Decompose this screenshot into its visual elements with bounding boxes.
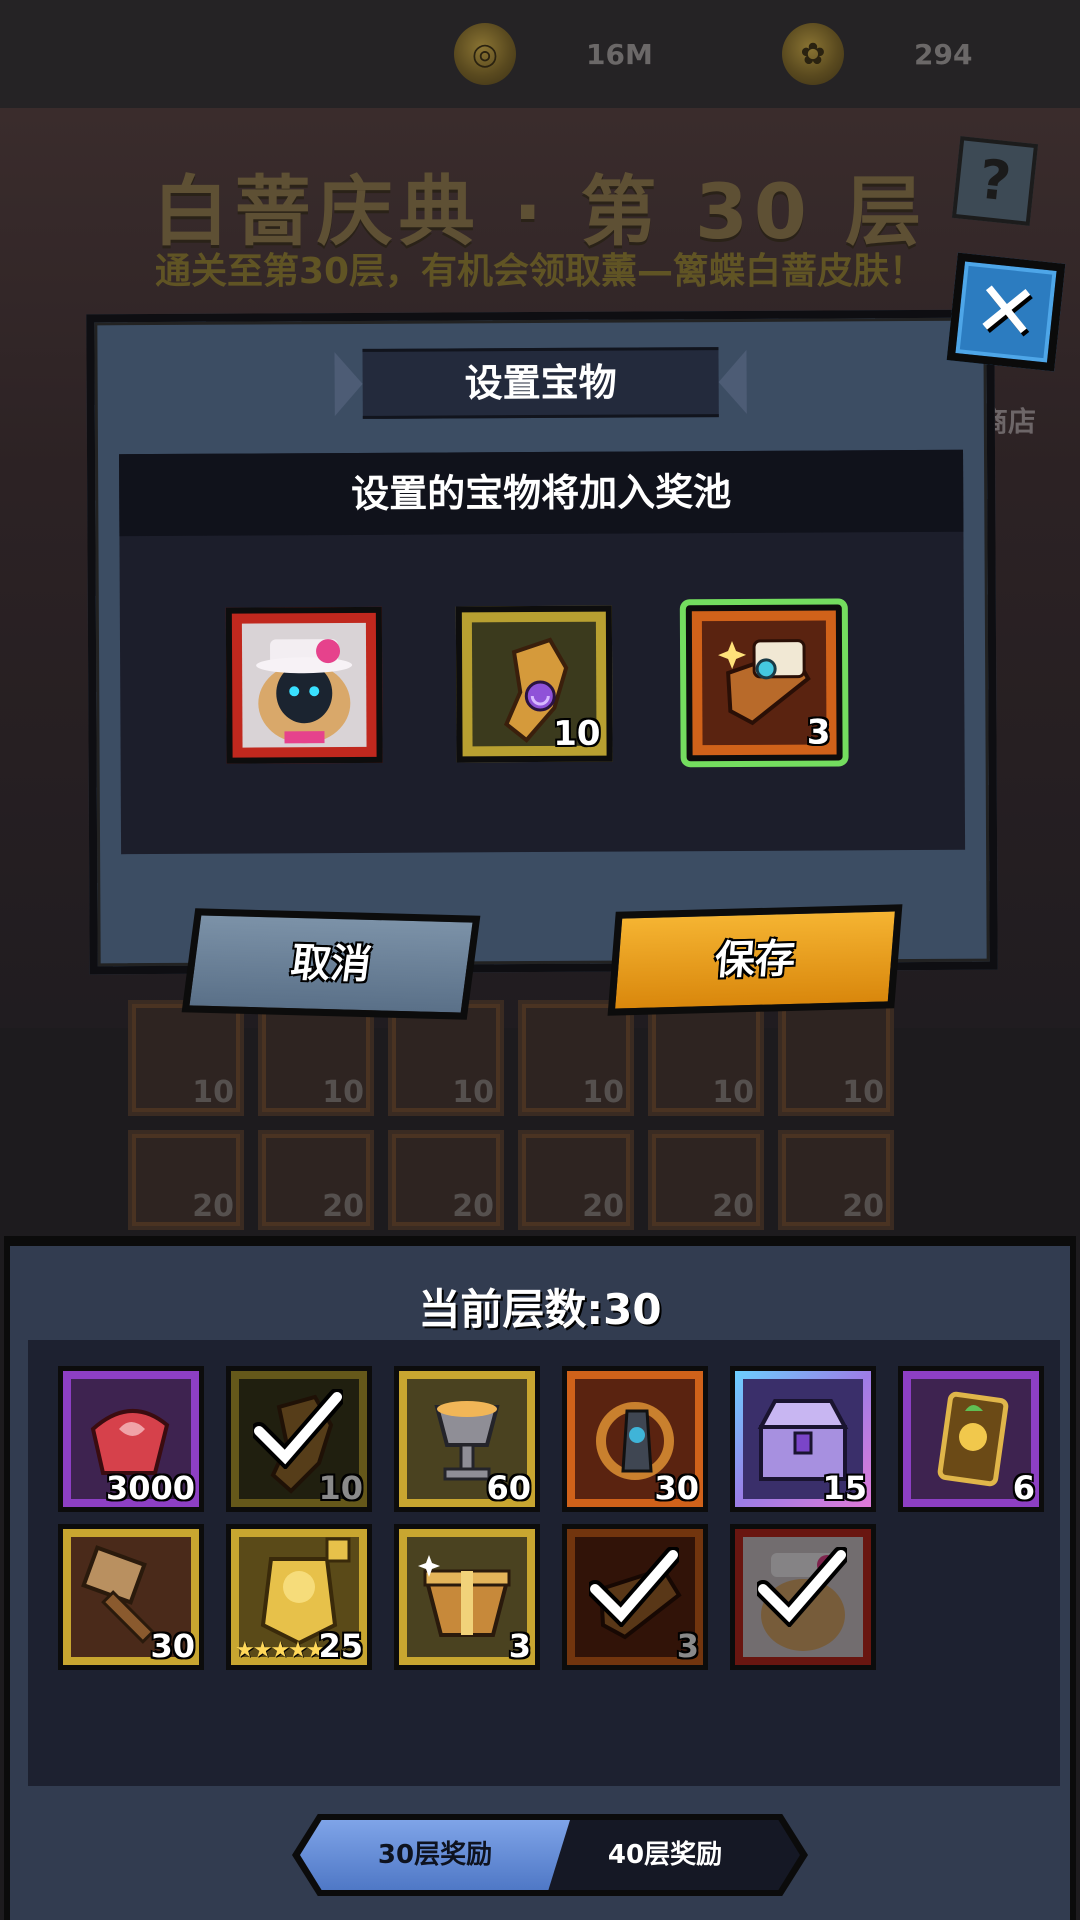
treasure-panel-header: 设置的宝物将加入奖池 xyxy=(119,449,964,537)
treasure-slot-skin[interactable] xyxy=(225,606,383,764)
set-treasure-dialog: 设置宝物 设置的宝物将加入奖池 10 3 xyxy=(86,309,998,975)
reward-qty: 30 xyxy=(654,1469,699,1507)
ghost-slot: 10 xyxy=(518,1000,634,1116)
ghost-slot: 20 xyxy=(648,1130,764,1230)
reward-qty: 6 xyxy=(1012,1469,1035,1507)
currency-token: ✿ 294 xyxy=(782,22,972,86)
reward-qty: 25 xyxy=(318,1627,363,1665)
reward-item-hero-card[interactable]: 6 xyxy=(898,1366,1044,1512)
cake-token-icon: ✿ xyxy=(782,23,844,85)
reward-item-gauntlet[interactable]: 10 xyxy=(226,1366,372,1512)
ghost-slot: 20 xyxy=(388,1130,504,1230)
ghost-slot: 10 xyxy=(648,1000,764,1116)
reward-grid: 3000 10 60 30 15 6 30 ★★★★★ 25 3 3 xyxy=(28,1340,1060,1786)
save-button[interactable]: 保存 xyxy=(607,904,903,1016)
checkmark-icon xyxy=(757,1547,847,1627)
reward-qty: 3000 xyxy=(105,1469,195,1507)
reward-item-hammer[interactable]: 30 xyxy=(58,1524,204,1670)
dialog-header: 设置宝物 xyxy=(362,347,719,419)
ghost-slot: 20 xyxy=(128,1130,244,1230)
reward-qty: 3 xyxy=(676,1627,699,1665)
reward-qty: 60 xyxy=(486,1469,531,1507)
top-resource-bar: ◎ 16M ✿ 294 xyxy=(0,0,1080,112)
treasure-panel: 设置的宝物将加入奖池 10 3 xyxy=(119,449,966,855)
reward-qty: 3 xyxy=(508,1627,531,1665)
ghost-slot: 10 xyxy=(258,1000,374,1116)
scroll-qty: 3 xyxy=(806,712,831,753)
checkmark-icon xyxy=(589,1547,679,1627)
reward-qty: 10 xyxy=(318,1469,363,1507)
reward-item-skin[interactable] xyxy=(730,1524,876,1670)
reward-item-scroll[interactable]: 3 xyxy=(562,1524,708,1670)
reward-qty: 15 xyxy=(822,1469,867,1507)
ghost-slot: 20 xyxy=(258,1130,374,1230)
currency-coin: ◎ 16M xyxy=(454,22,653,86)
event-subtitle: 通关至第30层，有机会领取薰—篱蝶白蔷皮肤！ xyxy=(154,251,926,292)
close-icon[interactable]: ✕ xyxy=(946,252,1066,372)
reward-item-treasure-chest[interactable]: 15 xyxy=(730,1366,876,1512)
skin-portrait-icon xyxy=(241,622,367,748)
reward-tabs: 40层奖励 30层奖励 xyxy=(300,1820,800,1890)
token-value: 294 xyxy=(914,37,973,71)
ghost-slot: 20 xyxy=(518,1130,634,1230)
reward-qty: 30 xyxy=(150,1627,195,1665)
star-rating: ★★★★★ xyxy=(235,1638,326,1663)
treasure-slot-gauntlet[interactable]: 10 xyxy=(455,605,613,763)
coin-icon: ◎ xyxy=(454,23,516,85)
dialog-title: 设置宝物 xyxy=(464,360,617,406)
ghost-slot: 20 xyxy=(778,1130,894,1230)
reward-item-hero-shard[interactable]: ★★★★★ 25 xyxy=(226,1524,372,1670)
reward-item-rose-gem[interactable]: 3000 xyxy=(58,1366,204,1512)
floor-rewards-panel: 当前层数:30 3000 10 60 30 15 6 30 ★★★★★ 25 3… xyxy=(4,1236,1076,1920)
coin-value: 16M xyxy=(586,37,653,71)
gauntlet-qty: 10 xyxy=(553,713,601,754)
cancel-button[interactable]: 取消 xyxy=(181,908,481,1020)
reward-item-gift-box[interactable]: 3 xyxy=(394,1524,540,1670)
tab-30-floor-rewards[interactable]: 30层奖励 xyxy=(300,1820,570,1890)
reward-item-amulet[interactable]: 30 xyxy=(562,1366,708,1512)
current-floor-label: 当前层数:30 xyxy=(418,1285,662,1334)
treasure-slot-scroll[interactable]: 3 xyxy=(685,604,843,762)
reward-item-goblet[interactable]: 60 xyxy=(394,1366,540,1512)
ghost-slot: 10 xyxy=(778,1000,894,1116)
question-icon[interactable]: ? xyxy=(951,136,1039,226)
tab-40-floor-rewards[interactable]: 40层奖励 xyxy=(530,1820,800,1890)
ghost-slot: 10 xyxy=(128,1000,244,1116)
checkmark-icon xyxy=(253,1389,343,1469)
